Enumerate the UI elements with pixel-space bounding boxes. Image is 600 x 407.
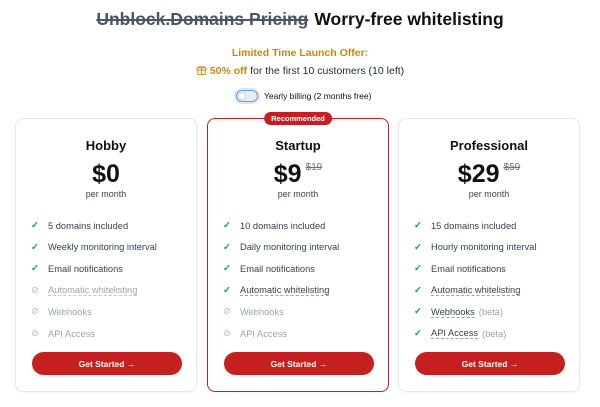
feature-text: Webhooks	[240, 307, 284, 318]
struck-title: Unblock.Domains Pricing	[96, 9, 309, 29]
offer-detail: for the first 10 customers (10 left)	[250, 65, 405, 77]
feature-item: ⊘ API Access	[30, 323, 186, 345]
get-started-button[interactable]: Get Started →	[32, 352, 182, 375]
plan-card-professional: Professional $29 $59 per month ✓ 15 domains i…	[398, 118, 580, 392]
price-row: $9 $19	[208, 160, 388, 189]
feature-text: 10 domains included	[240, 220, 326, 231]
price: $9	[273, 160, 302, 188]
plan-card-hobby: Hobby $0 per month ✓ 5 domains included ✓ Week…	[15, 118, 197, 392]
feature-item: ✓ Weekly monitoring interval	[30, 237, 186, 259]
feature-item: ✓ Automatic whitelisting	[413, 280, 569, 302]
feature-text: API Access	[48, 328, 96, 339]
check-icon: ✓	[31, 241, 39, 253]
feature-text: Hourly monitoring interval	[431, 242, 537, 253]
not-included-icon: ⊘	[31, 284, 39, 296]
feature-text: Automatic whitelisting	[240, 285, 330, 297]
plan-card-startup: Recommended Startup $9 $19 per month ✓ 10 doma…	[207, 112, 389, 392]
not-included-icon: ⊘	[31, 328, 39, 340]
old-price: $59	[503, 162, 521, 173]
feature-item: ✓ 5 domains included	[30, 215, 186, 237]
feature-list: ✓ 5 domains included ✓ Weekly monitoring in…	[30, 215, 186, 345]
price: $29	[457, 160, 500, 188]
check-icon: ✓	[414, 263, 422, 275]
feature-text: Automatic whitelisting	[48, 285, 138, 297]
offer-title: Limited Time Launch Offer:	[231, 47, 369, 59]
feature-text: API Access	[240, 328, 288, 339]
feature-note: (beta)	[482, 328, 507, 339]
feature-text: API Access	[431, 328, 479, 340]
feature-note: (beta)	[478, 307, 504, 318]
not-included-icon: ⊘	[223, 328, 231, 340]
feature-text: Daily monitoring interval	[240, 242, 340, 253]
recommended-badge: Recommended	[264, 112, 332, 125]
price-period: per month	[277, 189, 319, 199]
feature-text: Webhooks	[48, 307, 92, 318]
check-icon: ✓	[31, 220, 39, 232]
feature-text: Weekly monitoring interval	[48, 242, 157, 253]
feature-item: ✓ Email notifications	[413, 258, 569, 280]
feature-item: ⊘ API Access	[222, 323, 378, 345]
plan-name: Hobby	[85, 138, 127, 153]
price-row: $29 $59	[399, 160, 579, 189]
get-started-button[interactable]: Get Started →	[415, 352, 565, 375]
feature-item: ✓ Hourly monitoring interval	[413, 237, 569, 259]
check-icon: ✓	[223, 220, 231, 232]
get-started-button[interactable]: Get Started →	[224, 352, 374, 375]
feature-text: Email notifications	[48, 263, 123, 274]
feature-text: 15 domains included	[431, 220, 517, 231]
check-icon: ✓	[414, 220, 422, 232]
offer-line: 50% off for the first 10 customers (10 l…	[0, 65, 600, 77]
feature-item: ⊘ Automatic whitelisting	[30, 280, 186, 302]
check-icon: ✓	[223, 284, 231, 296]
price: $0	[92, 160, 120, 188]
feature-text: Webhooks	[431, 306, 475, 318]
check-icon: ✓	[31, 263, 39, 275]
not-included-icon: ⊘	[223, 306, 231, 318]
feature-item: ✓ Daily monitoring interval	[222, 237, 378, 259]
page-title: Unblock.Domains Pricing Worry-free whitel…	[0, 9, 600, 30]
price-row: $0	[16, 160, 196, 189]
check-icon: ✓	[414, 284, 422, 296]
feature-list: ✓ 10 domains included ✓ Daily monitoring in…	[222, 215, 378, 345]
toggle-knob	[238, 92, 246, 100]
feature-item: ✓ Webhooks (beta)	[413, 301, 569, 323]
price-period: per month	[85, 189, 127, 199]
check-icon: ✓	[223, 241, 231, 253]
feature-text: 5 domains included	[48, 220, 129, 231]
not-included-icon: ⊘	[31, 306, 39, 318]
feature-item: ✓ API Access (beta)	[413, 323, 569, 345]
feature-item: ⊘ Webhooks	[30, 301, 186, 323]
price-period: per month	[468, 189, 510, 199]
check-icon: ✓	[414, 328, 422, 340]
feature-item: ✓ Email notifications	[222, 258, 378, 280]
feature-text: Email notifications	[240, 263, 315, 274]
plan-name: Professional	[449, 138, 529, 153]
feature-item: ✓ 15 domains included	[413, 215, 569, 237]
plan-name: Startup	[275, 138, 321, 153]
feature-item: ✓ Email notifications	[30, 258, 186, 280]
check-icon: ✓	[223, 263, 231, 275]
feature-item: ✓ 10 domains included	[222, 215, 378, 237]
feature-text: Automatic whitelisting	[431, 285, 521, 297]
check-icon: ✓	[414, 241, 422, 253]
billing-toggle-row: Yearly billing (2 months free)	[236, 90, 371, 102]
feature-list: ✓ 15 domains included ✓ Hourly monitoring i…	[413, 215, 569, 345]
feature-item: ⊘ Webhooks	[222, 301, 378, 323]
check-icon: ✓	[414, 306, 422, 318]
billing-label: Yearly billing (2 months free)	[264, 91, 372, 101]
gift-icon	[196, 65, 207, 75]
old-price: $19	[305, 162, 323, 173]
title-text: Worry-free whitelisting	[314, 9, 504, 29]
feature-item: ✓ Automatic whitelisting	[222, 280, 378, 302]
discount-text: 50% off	[209, 65, 248, 77]
yearly-billing-toggle[interactable]	[236, 90, 258, 102]
feature-text: Email notifications	[431, 263, 506, 274]
